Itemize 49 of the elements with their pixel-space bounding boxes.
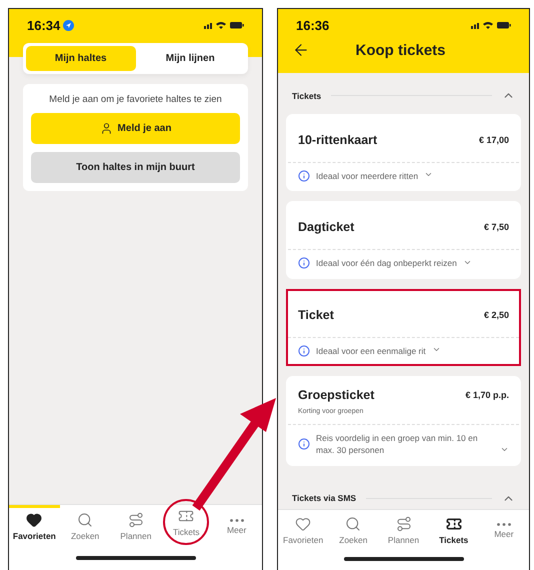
status-time: 16:34 — [27, 18, 74, 32]
ticket-icon — [446, 516, 462, 532]
ticket-name: Groepsticket — [298, 388, 374, 402]
page-title: Koop tickets — [354, 42, 446, 58]
heart-icon — [295, 516, 312, 532]
ticket-price: € 2,50 — [484, 310, 509, 320]
ticket-price: € 7,50 — [484, 222, 509, 232]
segment-tab[interactable]: Mijn haltes — [26, 46, 136, 71]
ticket-card[interactable]: Ticket € 2,50 Ideaal voor een eenmalige rit — [286, 288, 521, 366]
search-icon — [77, 512, 94, 528]
more-icon — [496, 522, 511, 526]
login-message: Meld je aan om je favoriete haltes te zien — [49, 94, 222, 105]
ticket-name: 10-rittenkaart — [298, 133, 378, 147]
info-icon — [298, 344, 310, 357]
search-icon — [345, 516, 362, 532]
ticket-name: Ticket — [298, 308, 334, 322]
ticket-info[interactable]: Ideaal voor één dag onbeperkt reizen — [316, 257, 457, 270]
tab-bar-item[interactable]: Favorieten — [278, 510, 328, 548]
login-button[interactable]: Meld je aan — [31, 113, 240, 144]
more-icon — [230, 518, 244, 522]
ticket-price: € 17,00 — [478, 135, 509, 145]
tab-bar-item[interactable]: Meer — [478, 510, 530, 548]
ticket-info[interactable]: Ideaal voor meerdere ritten — [316, 170, 418, 182]
ticket-name: Dagticket — [298, 220, 354, 234]
ticket-info[interactable]: Reis voordelig in een groep van min. 10 en max. 30 personen — [316, 432, 494, 457]
info-icon — [298, 438, 310, 450]
status-icons — [204, 20, 244, 30]
tab-bar-item[interactable]: Plannen — [110, 505, 162, 545]
status-icons — [471, 20, 511, 30]
user-icon — [100, 122, 113, 135]
tab-bar-item[interactable]: Zoeken — [328, 510, 378, 548]
section-title: Tickets via SMS — [292, 493, 356, 504]
tab-bar-item[interactable]: Tickets — [428, 510, 479, 548]
info-icon — [298, 170, 310, 182]
route-icon — [128, 512, 144, 528]
heart-icon — [26, 512, 42, 528]
section-title: Tickets — [292, 90, 322, 100]
route-icon — [396, 516, 412, 532]
tab-bar-item[interactable]: Meer — [211, 505, 262, 545]
ticket-card[interactable]: 10-rittenkaart € 17,00 Ideaal voor meerdere ritten — [286, 114, 521, 192]
location-icon — [63, 20, 74, 30]
ticket-card[interactable]: Dagticket € 7,50 Ideaal voor één dag onbeperkt reizen — [286, 201, 521, 279]
ticket-price: € 1,70 p.p. — [465, 390, 509, 400]
tab-bar-item[interactable]: Plannen — [378, 510, 429, 548]
tab-bar-item[interactable]: Zoeken — [60, 505, 110, 545]
info-icon — [298, 257, 310, 270]
nearby-stops-button[interactable]: Toon haltes in mijn buurt — [31, 152, 240, 183]
ticket-info[interactable]: Ideaal voor een eenmalige rit — [316, 344, 426, 357]
status-time: 16:36 — [296, 18, 330, 32]
